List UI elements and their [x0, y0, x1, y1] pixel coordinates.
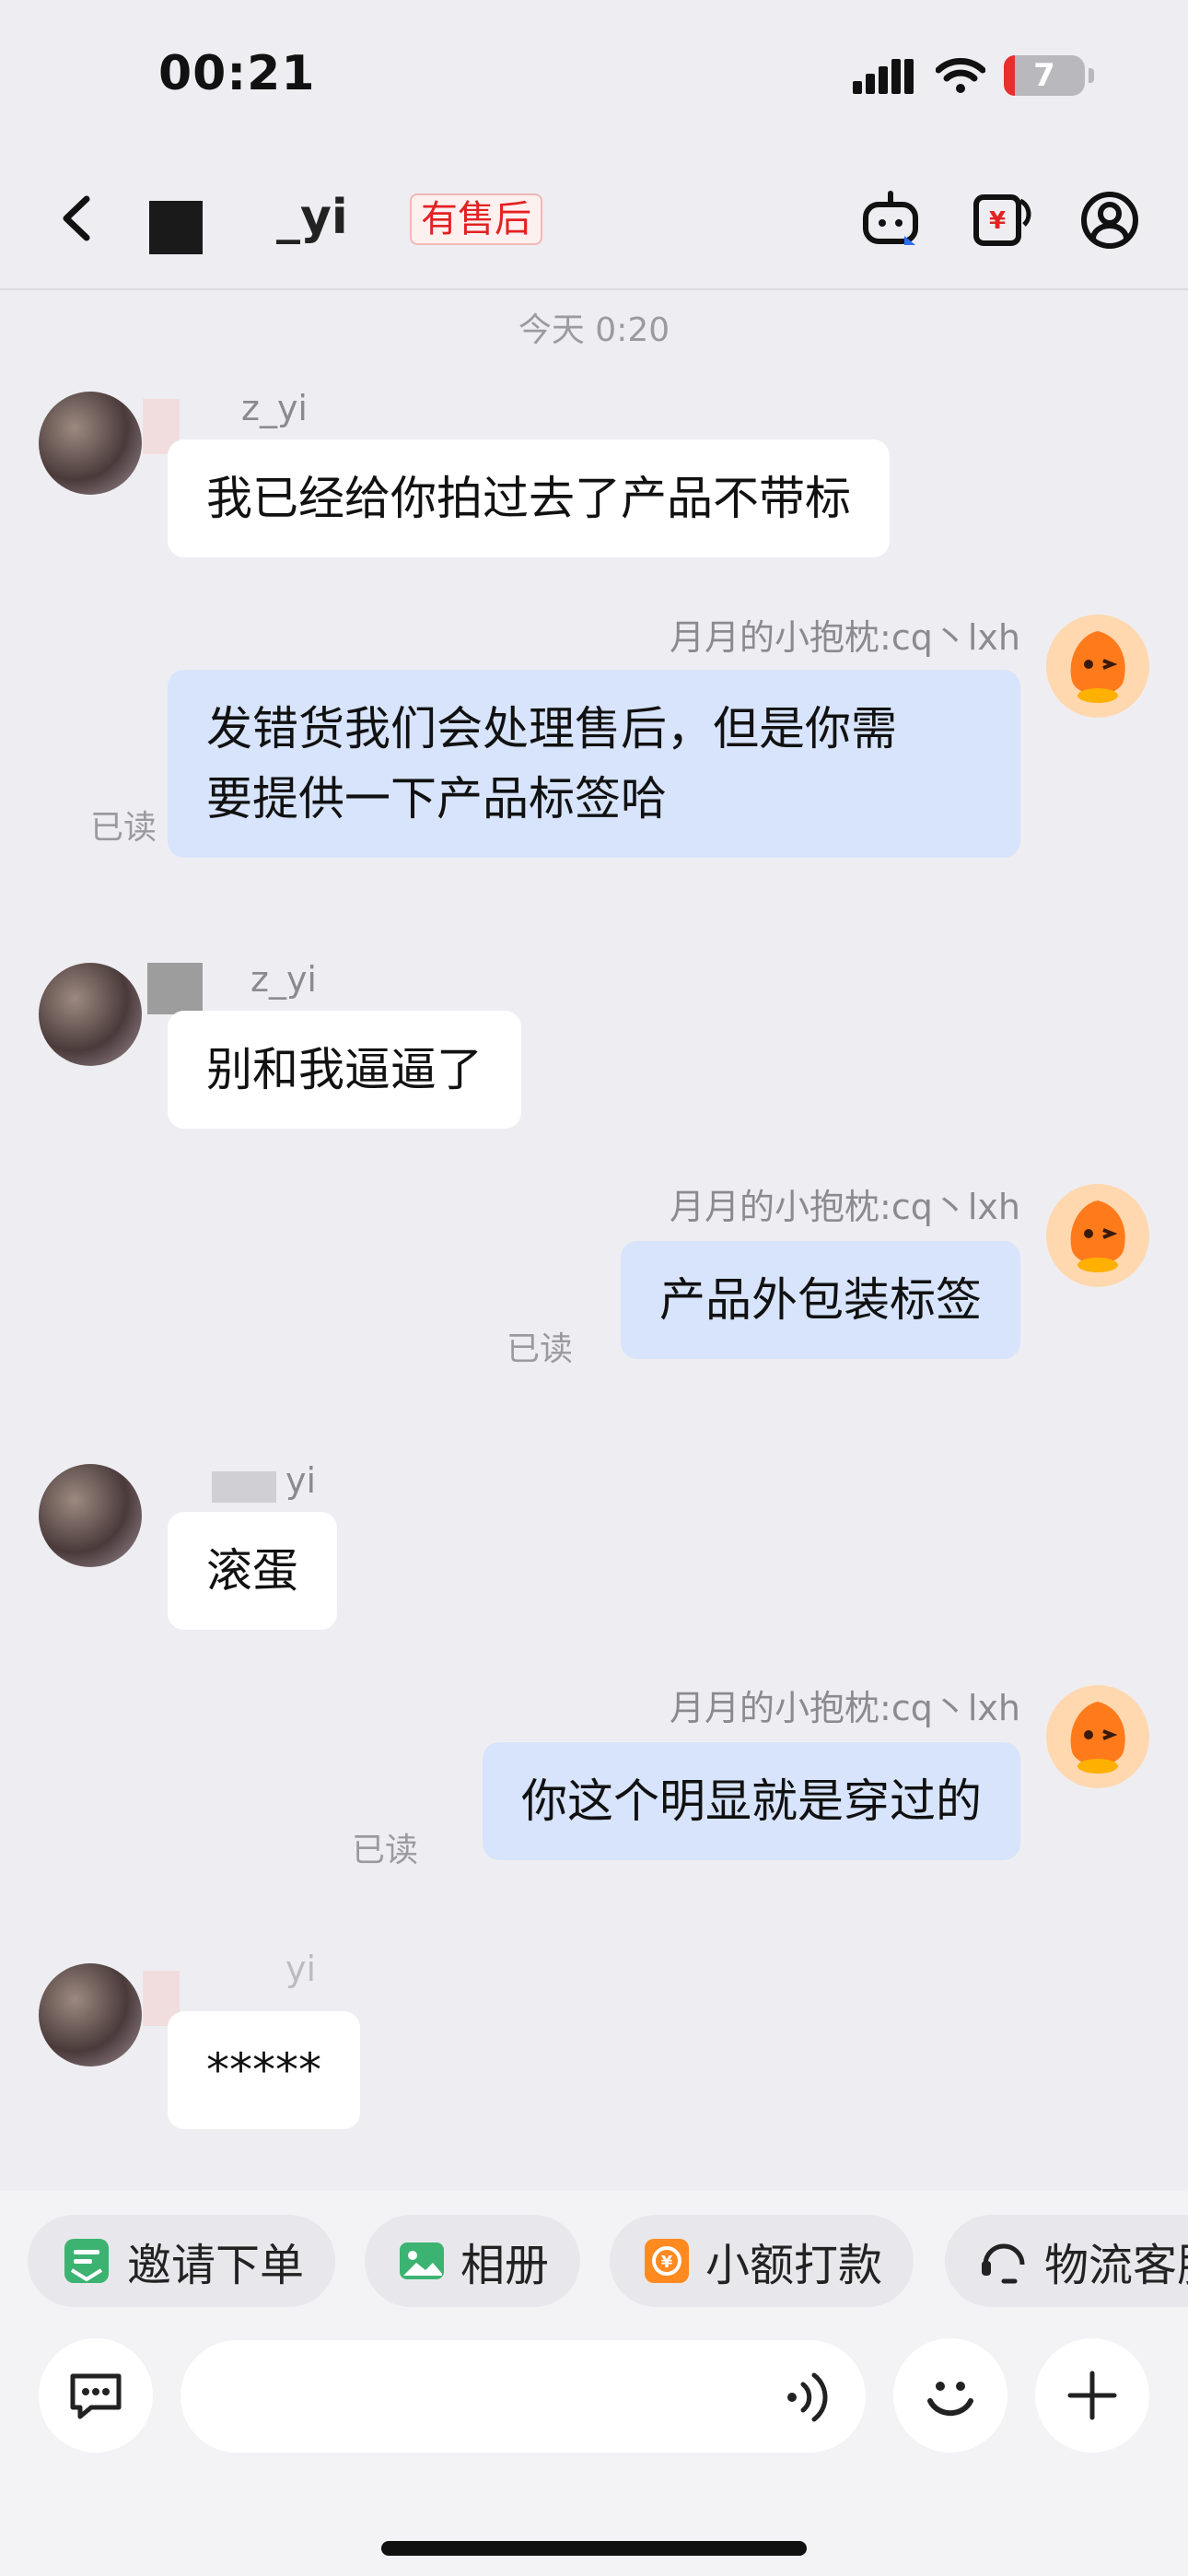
svg-text:¥: ¥ [661, 2253, 673, 2272]
agent-avatar[interactable] [1046, 615, 1149, 718]
agent-avatar[interactable] [1046, 1685, 1149, 1788]
battery-level: 7 [1033, 57, 1055, 94]
after-sale-badge[interactable]: 有售后 [410, 193, 542, 245]
quick-actions-bar: 邀请下单 相册 ¥ 小额打款 物流客服 [0, 2191, 1188, 2311]
wifi-icon [936, 58, 985, 93]
chat-header: _yi 有售后 ¥ [0, 157, 1188, 290]
svg-text:¥: ¥ [989, 207, 1006, 235]
quick-action-small-payment[interactable]: ¥ 小额打款 [610, 2215, 914, 2307]
sender-name: 月月的小抱枕:cq丶lxh [670, 617, 1020, 658]
sender-name: z_yi [241, 388, 308, 428]
mascot-icon [1046, 1685, 1149, 1788]
quick-action-label: 相册 [460, 2240, 550, 2291]
message-input-bar [0, 2311, 1188, 2576]
message-bubble[interactable]: 你这个明显就是穿过的 [483, 1742, 1020, 1860]
message-bubble[interactable]: 发错货我们会处理售后，但是你需 要提供一下产品标签哈 [168, 670, 1020, 858]
voice-input-icon[interactable] [779, 2370, 834, 2425]
quick-action-label: 小额打款 [705, 2240, 883, 2291]
read-status: 已读 [352, 1832, 419, 1869]
message-bubble[interactable]: 我已经给你拍过去了产品不带标 [168, 439, 890, 557]
customer-avatar[interactable] [39, 1464, 142, 1567]
customer-avatar[interactable] [39, 963, 142, 1066]
logistics-service-icon [982, 2243, 1025, 2284]
invite-order-icon [64, 2239, 109, 2283]
sender-name: z_yi [250, 959, 317, 1000]
message-line: 要提供一下产品标签哈 [206, 772, 667, 825]
quick-action-label: 邀请下单 [127, 2240, 305, 2291]
customer-avatar[interactable] [39, 1963, 142, 2067]
message-input[interactable] [181, 2340, 866, 2453]
back-arrow-icon[interactable] [46, 186, 111, 251]
message-bubble[interactable]: 滚蛋 [168, 1512, 337, 1630]
message-bubble[interactable]: 别和我逼逼了 [168, 1011, 521, 1129]
redacted-name-block [212, 1471, 276, 1503]
quick-action-label: 物流客服 [1044, 2240, 1188, 2291]
quick-action-album[interactable]: 相册 [365, 2215, 581, 2307]
message-bubble[interactable]: 产品外包装标签 [621, 1241, 1020, 1359]
refund-icon[interactable]: ¥ [969, 188, 1033, 252]
album-icon [400, 2242, 444, 2279]
status-bar: 00:21 7 [0, 0, 1188, 157]
message-line: 发错货我们会处理售后，但是你需 [206, 702, 897, 755]
agent-avatar[interactable] [1046, 1184, 1149, 1287]
sender-name: yi [285, 1949, 317, 1989]
redacted-name-block [147, 963, 203, 1014]
status-icons: 7 [853, 55, 1094, 96]
emoji-button[interactable] [893, 2338, 1007, 2453]
quick-action-invite-order[interactable]: 邀请下单 [28, 2215, 336, 2307]
more-options-button[interactable] [1035, 2338, 1149, 2453]
cellular-signal-icon [853, 59, 914, 94]
profile-icon[interactable] [1077, 188, 1142, 252]
contact-name[interactable]: _yi [276, 190, 348, 245]
small-payment-icon: ¥ [645, 2239, 689, 2283]
home-indicator[interactable] [381, 2541, 807, 2556]
robot-assistant-icon[interactable] [858, 188, 923, 252]
sender-name: yi [285, 1460, 317, 1501]
contact-avatar[interactable] [149, 201, 203, 254]
quick-action-logistics-service[interactable]: 物流客服 [945, 2215, 1188, 2307]
message-bubble[interactable]: ***** [168, 2011, 360, 2129]
date-divider: 今天 0:20 [518, 311, 670, 349]
sender-name: 月月的小抱枕:cq丶lxh [670, 1187, 1020, 1227]
mascot-icon [1046, 1184, 1149, 1287]
smiley-icon [927, 2382, 973, 2417]
plus-icon [1067, 2371, 1117, 2420]
battery-indicator: 7 [1004, 55, 1094, 96]
read-status: 已读 [90, 809, 157, 847]
chat-bubble-icon [70, 2373, 122, 2419]
read-status: 已读 [507, 1330, 574, 1368]
customer-avatar[interactable] [39, 392, 142, 495]
status-time: 00:21 [158, 46, 316, 101]
quick-reply-button[interactable] [39, 2338, 153, 2453]
mascot-icon [1046, 615, 1149, 718]
sender-name: 月月的小抱枕:cq丶lxh [670, 1688, 1020, 1728]
